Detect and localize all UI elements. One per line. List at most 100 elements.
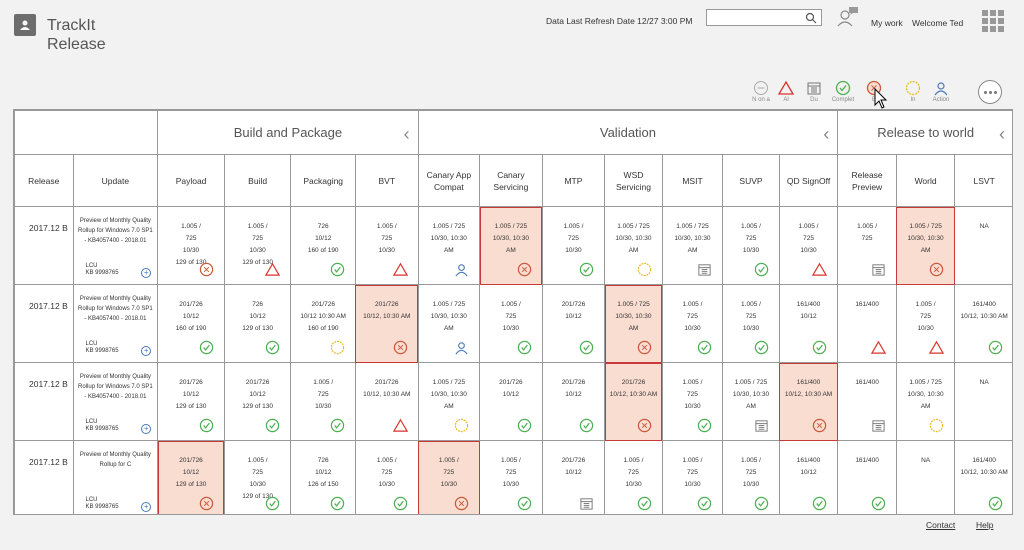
status-cell-bvt[interactable]: 1.005 / 725 10/30 [354, 206, 419, 285]
status-cell-payload[interactable]: 201/726 10/12 129 of 130 [157, 440, 225, 514]
status-cell-release-preview[interactable]: 1.005 / 725 [837, 206, 897, 285]
status-cell-bvt[interactable]: 201/726 10/12, 10:30 AM [354, 362, 419, 441]
column-header-canary-app-compat[interactable]: Canary App Compat [417, 154, 481, 207]
blocked-icon[interactable] [199, 496, 214, 511]
user-notification-icon[interactable] [836, 6, 860, 30]
status-cell-canary-app-compat[interactable]: 1.005 / 725 10/30, 10:30 AM [417, 362, 481, 441]
table-row[interactable]: 2017.12 B Preview of Monthly Quality Roll… [14, 440, 1012, 514]
more-options-button[interactable] [978, 80, 1002, 104]
status-cell-msit[interactable]: 1.005 / 725 10/30 [661, 284, 724, 363]
status-cell-build[interactable]: 726 10/12 129 of 130 [223, 284, 292, 363]
due-icon[interactable] [754, 418, 769, 433]
status-cell-release-preview[interactable]: 161/400 [837, 284, 897, 363]
complete-icon[interactable] [330, 496, 345, 511]
status-cell-lsvt[interactable]: NA [954, 206, 1012, 285]
complete-icon[interactable] [517, 418, 532, 433]
complete-icon[interactable] [393, 496, 408, 511]
update-cell[interactable]: Preview of Monthly Quality Rollup for Wi… [72, 206, 159, 285]
due-icon[interactable] [697, 262, 712, 277]
status-cell-release-preview[interactable]: 161/400 [837, 440, 897, 514]
status-cell-release-preview[interactable]: 161/400 [837, 362, 897, 441]
complete-icon[interactable] [812, 340, 827, 355]
legend-due[interactable]: Du [801, 80, 827, 103]
blocked-icon[interactable] [199, 262, 214, 277]
table-row[interactable]: 2017.12 B Preview of Monthly Quality Roll… [14, 206, 1012, 285]
status-cell-msit[interactable]: 1.005 / 725 10/30, 10:30 AM [661, 206, 724, 285]
column-header-update[interactable]: Update [72, 154, 159, 207]
status-cell-payload[interactable]: 1.005 / 725 10/30 129 of 130 [157, 206, 225, 285]
column-header-msit[interactable]: MSIT [661, 154, 724, 207]
table-row[interactable]: 2017.12 B Preview of Monthly Quality Roll… [14, 362, 1012, 441]
alert-icon[interactable] [929, 340, 945, 355]
status-cell-build[interactable]: 201/726 10/12 129 of 130 [223, 362, 292, 441]
complete-icon[interactable] [517, 496, 532, 511]
column-header-wsd-servicing[interactable]: WSD Servicing [604, 154, 663, 207]
status-cell-world[interactable]: 1.005 / 725 10/30, 10:30 AM [895, 206, 956, 285]
column-header-suvp[interactable]: SUVP [722, 154, 780, 207]
complete-icon[interactable] [579, 340, 594, 355]
status-cell-packaging[interactable]: 201/726 10/12 10:30 AM 160 of 190 [290, 284, 356, 363]
status-cell-payload[interactable]: 201/726 10/12 129 of 130 [157, 362, 225, 441]
column-header-packaging[interactable]: Packaging [290, 154, 356, 207]
search-icon[interactable] [805, 12, 817, 24]
complete-icon[interactable] [697, 418, 712, 433]
column-header-bvt[interactable]: BVT [354, 154, 419, 207]
column-header-world[interactable]: World [895, 154, 956, 207]
complete-icon[interactable] [265, 496, 280, 511]
blocked-icon[interactable] [517, 262, 532, 277]
status-cell-canary-servicing[interactable]: 1.005 / 725 10/30 [479, 284, 543, 363]
column-header-release-preview[interactable]: Release Preview [837, 154, 897, 207]
status-cell-payload[interactable]: 201/726 10/12 160 of 190 [157, 284, 225, 363]
status-cell-qd-signoff[interactable]: 161/400 10/12 [778, 440, 839, 514]
complete-icon[interactable] [871, 496, 886, 511]
my-work-link[interactable]: My work [871, 18, 903, 28]
complete-icon[interactable] [988, 496, 1003, 511]
status-cell-mtp[interactable]: 201/726 10/12 [541, 362, 606, 441]
expand-plus-icon[interactable]: + [141, 424, 152, 434]
column-header-qd-signoff[interactable]: QD SignOff [778, 154, 839, 207]
status-cell-msit[interactable]: 1.005 / 725 10/30 [661, 362, 724, 441]
status-cell-canary-servicing[interactable]: 1.005 / 725 10/30 [479, 440, 543, 514]
status-cell-lsvt[interactable]: NA [954, 362, 1012, 441]
app-grid-icon[interactable] [982, 10, 1004, 32]
complete-icon[interactable] [988, 340, 1003, 355]
legend-action[interactable]: Action [928, 80, 954, 103]
action-icon[interactable] [454, 262, 469, 277]
update-cell[interactable]: Preview of Monthly Quality Rollup for Wi… [72, 362, 159, 441]
complete-icon[interactable] [330, 418, 345, 433]
blocked-icon[interactable] [393, 340, 408, 355]
status-cell-suvp[interactable]: 1.005 / 725 10/30 [722, 440, 780, 514]
status-cell-packaging[interactable]: 726 10/12 126 of 150 [290, 440, 356, 514]
alert-icon[interactable] [812, 262, 828, 277]
column-header-lsvt[interactable]: LSVT [954, 154, 1012, 207]
status-cell-qd-signoff[interactable]: 1.005 / 725 10/30 [778, 206, 839, 285]
alert-icon[interactable] [265, 262, 281, 277]
expand-plus-icon[interactable]: + [141, 268, 152, 278]
status-cell-msit[interactable]: 1.005 / 725 10/30 [661, 440, 724, 514]
complete-icon[interactable] [517, 340, 532, 355]
status-cell-bvt[interactable]: 201/726 10/12, 10:30 AM [354, 284, 419, 363]
expand-plus-icon[interactable]: + [141, 346, 152, 356]
column-header-release[interactable]: Release [14, 154, 74, 207]
complete-icon[interactable] [637, 496, 652, 511]
status-cell-canary-app-compat[interactable]: 1.005 / 725 10/30, 10:30 AM [417, 284, 481, 363]
search-input[interactable] [706, 9, 822, 26]
contact-link[interactable]: Contact [926, 520, 955, 530]
complete-icon[interactable] [697, 340, 712, 355]
column-header-mtp[interactable]: MTP [541, 154, 606, 207]
status-cell-mtp[interactable]: 201/726 10/12 [541, 284, 606, 363]
due-icon[interactable] [871, 262, 886, 277]
collapse-release-icon[interactable]: ‹ [999, 124, 1005, 145]
in-progress-icon[interactable] [637, 262, 652, 277]
legend-complete[interactable]: Complet [830, 80, 856, 103]
complete-icon[interactable] [697, 496, 712, 511]
app-logo-icon[interactable] [14, 14, 36, 36]
status-cell-wsd-servicing[interactable]: 1.005 / 725 10/30, 10:30 AM [604, 284, 663, 363]
status-cell-canary-servicing[interactable]: 1.005 / 725 10/30, 10:30 AM [479, 206, 543, 285]
update-cell[interactable]: Preview of Monthly Quality Rollup for C L… [72, 440, 159, 514]
column-header-build[interactable]: Build [223, 154, 292, 207]
column-header-canary-servicing[interactable]: Canary Servicing [479, 154, 543, 207]
status-cell-qd-signoff[interactable]: 161/400 10/12, 10:30 AM [778, 362, 839, 441]
status-cell-wsd-servicing[interactable]: 201/726 10/12, 10:30 AM [604, 362, 663, 441]
complete-icon[interactable] [265, 418, 280, 433]
